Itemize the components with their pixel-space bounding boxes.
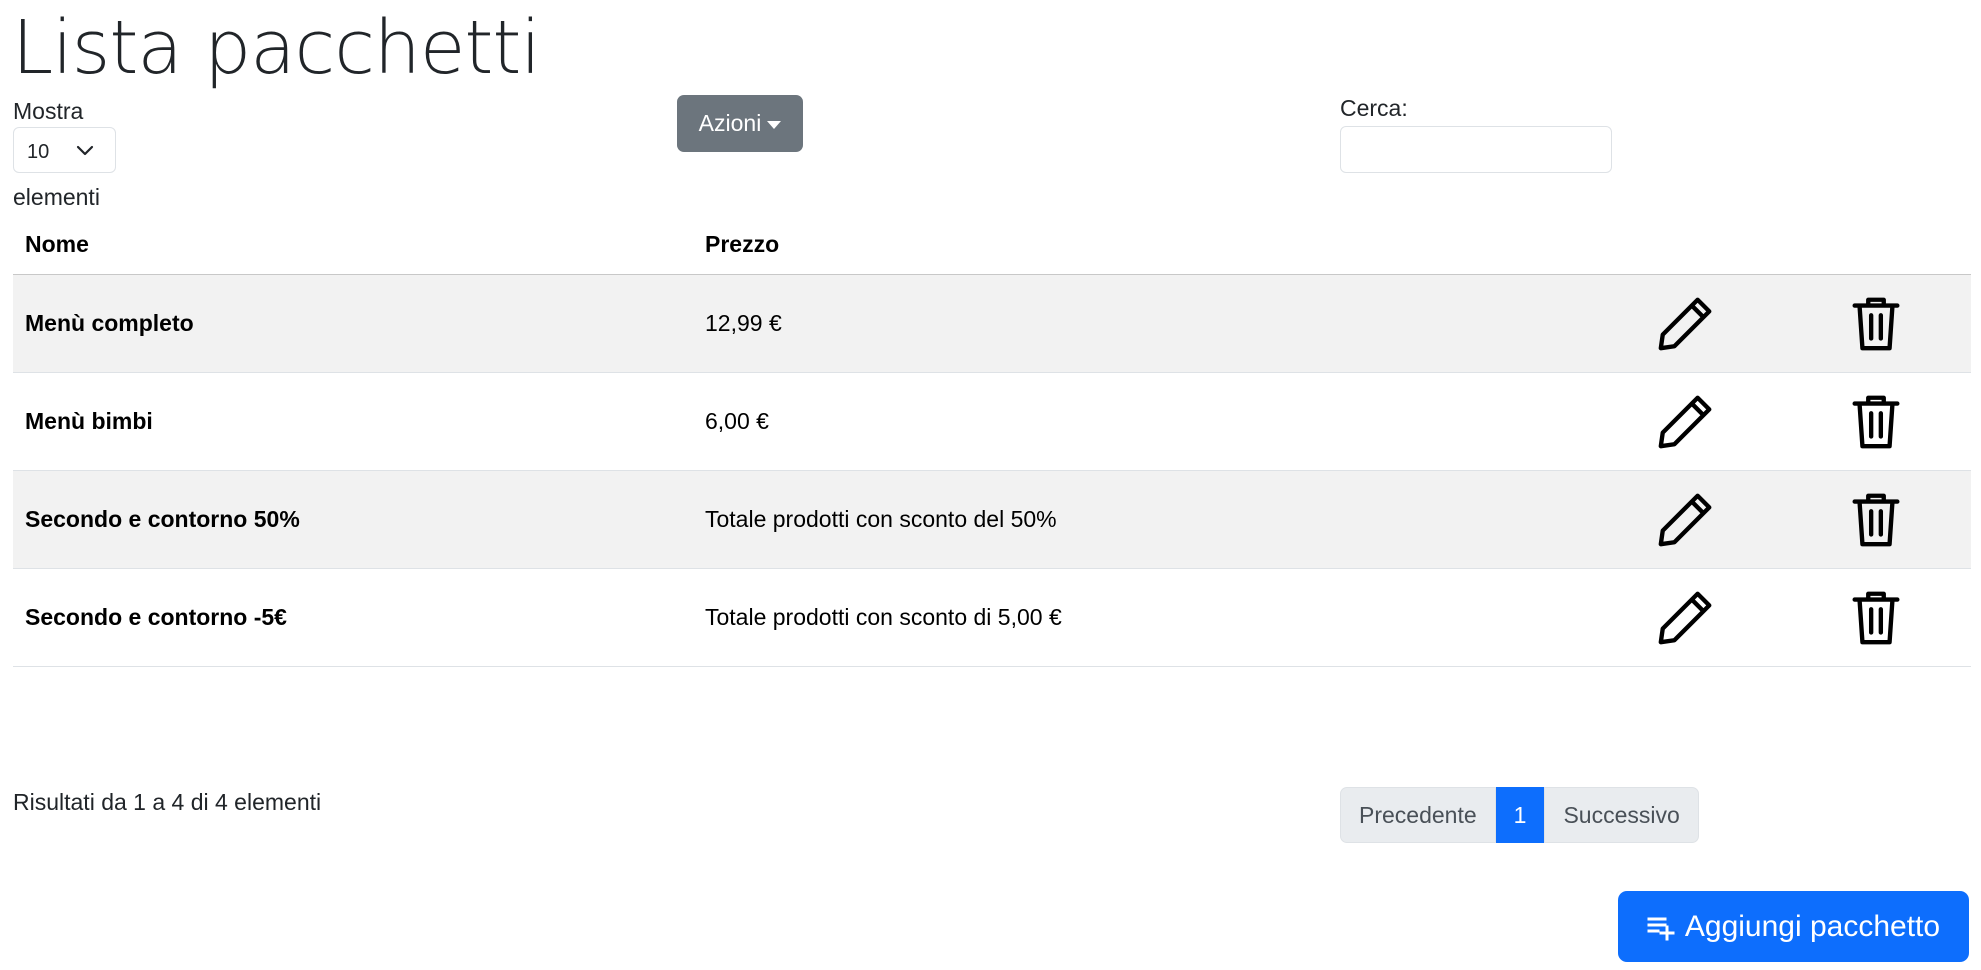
edit-cell xyxy=(1591,470,1781,569)
packages-table: Nome Prezzo Menù completo 12,99 € Menù b… xyxy=(13,216,1971,667)
page-title: Lista pacchetti xyxy=(12,5,541,91)
package-price: Totale prodotti con sconto di 5,00 € xyxy=(693,568,1591,667)
delete-cell xyxy=(1781,470,1971,569)
trash-icon[interactable] xyxy=(1845,488,1907,550)
page-size-select[interactable]: 10 xyxy=(13,127,116,174)
column-header-delete xyxy=(1781,216,1971,275)
add-package-label: Aggiungi pacchetto xyxy=(1684,909,1941,943)
results-info: Risultati da 1 a 4 di 4 elementi xyxy=(13,789,322,815)
table-row: Menù bimbi 6,00 € xyxy=(13,372,1971,471)
trash-icon[interactable] xyxy=(1845,292,1907,354)
pagination-previous[interactable]: Precedente xyxy=(1340,787,1496,843)
package-price: 6,00 € xyxy=(693,372,1591,471)
pencil-icon[interactable] xyxy=(1655,390,1717,452)
table-header-row: Nome Prezzo xyxy=(13,216,1971,275)
length-menu-prefix: Mostra xyxy=(13,98,84,124)
pagination-next[interactable]: Successivo xyxy=(1544,787,1699,843)
table-controls: Mostra 10 elementi Azioni Cerca: xyxy=(0,95,1981,215)
pencil-icon[interactable] xyxy=(1655,586,1717,648)
column-header-price[interactable]: Prezzo xyxy=(693,216,1591,275)
delete-cell xyxy=(1781,274,1971,373)
table-row: Secondo e contorno 50% Totale prodotti c… xyxy=(13,470,1971,569)
length-menu: Mostra 10 elementi xyxy=(13,95,116,213)
table-row: Secondo e contorno -5€ Totale prodotti c… xyxy=(13,568,1971,667)
package-name: Secondo e contorno -5€ xyxy=(13,568,693,667)
actions-dropdown-button[interactable]: Azioni xyxy=(677,95,803,152)
playlist-add-icon xyxy=(1647,917,1675,940)
pagination-page-1[interactable]: 1 xyxy=(1495,787,1545,843)
edit-cell xyxy=(1591,568,1781,667)
edit-cell xyxy=(1591,372,1781,471)
page: Lista pacchetti Mostra 10 elementi Azion… xyxy=(0,0,1981,970)
package-name: Secondo e contorno 50% xyxy=(13,470,693,569)
caret-down-icon xyxy=(767,121,782,129)
package-name: Menù bimbi xyxy=(13,372,693,471)
table-row: Menù completo 12,99 € xyxy=(13,274,1971,373)
package-name: Menù completo xyxy=(13,274,693,373)
package-price: Totale prodotti con sconto del 50% xyxy=(693,470,1591,569)
page-size-value: 10 xyxy=(27,141,50,164)
pagination: Precedente 1 Successivo xyxy=(1340,787,1699,843)
chevron-down-icon xyxy=(76,146,94,156)
pencil-icon[interactable] xyxy=(1655,292,1717,354)
search-input[interactable] xyxy=(1340,126,1612,173)
length-menu-suffix: elementi xyxy=(13,184,100,211)
search-label: Cerca: xyxy=(1340,95,1408,121)
delete-cell xyxy=(1781,372,1971,471)
add-package-button[interactable]: Aggiungi pacchetto xyxy=(1618,891,1969,962)
search: Cerca: xyxy=(1340,95,1612,173)
column-header-edit xyxy=(1591,216,1781,275)
delete-cell xyxy=(1781,568,1971,667)
pencil-icon[interactable] xyxy=(1655,488,1717,550)
trash-icon[interactable] xyxy=(1845,390,1907,452)
actions-label: Azioni xyxy=(698,110,762,136)
package-price: 12,99 € xyxy=(693,274,1591,373)
column-header-name[interactable]: Nome xyxy=(13,216,693,275)
edit-cell xyxy=(1591,274,1781,373)
trash-icon[interactable] xyxy=(1845,586,1907,648)
